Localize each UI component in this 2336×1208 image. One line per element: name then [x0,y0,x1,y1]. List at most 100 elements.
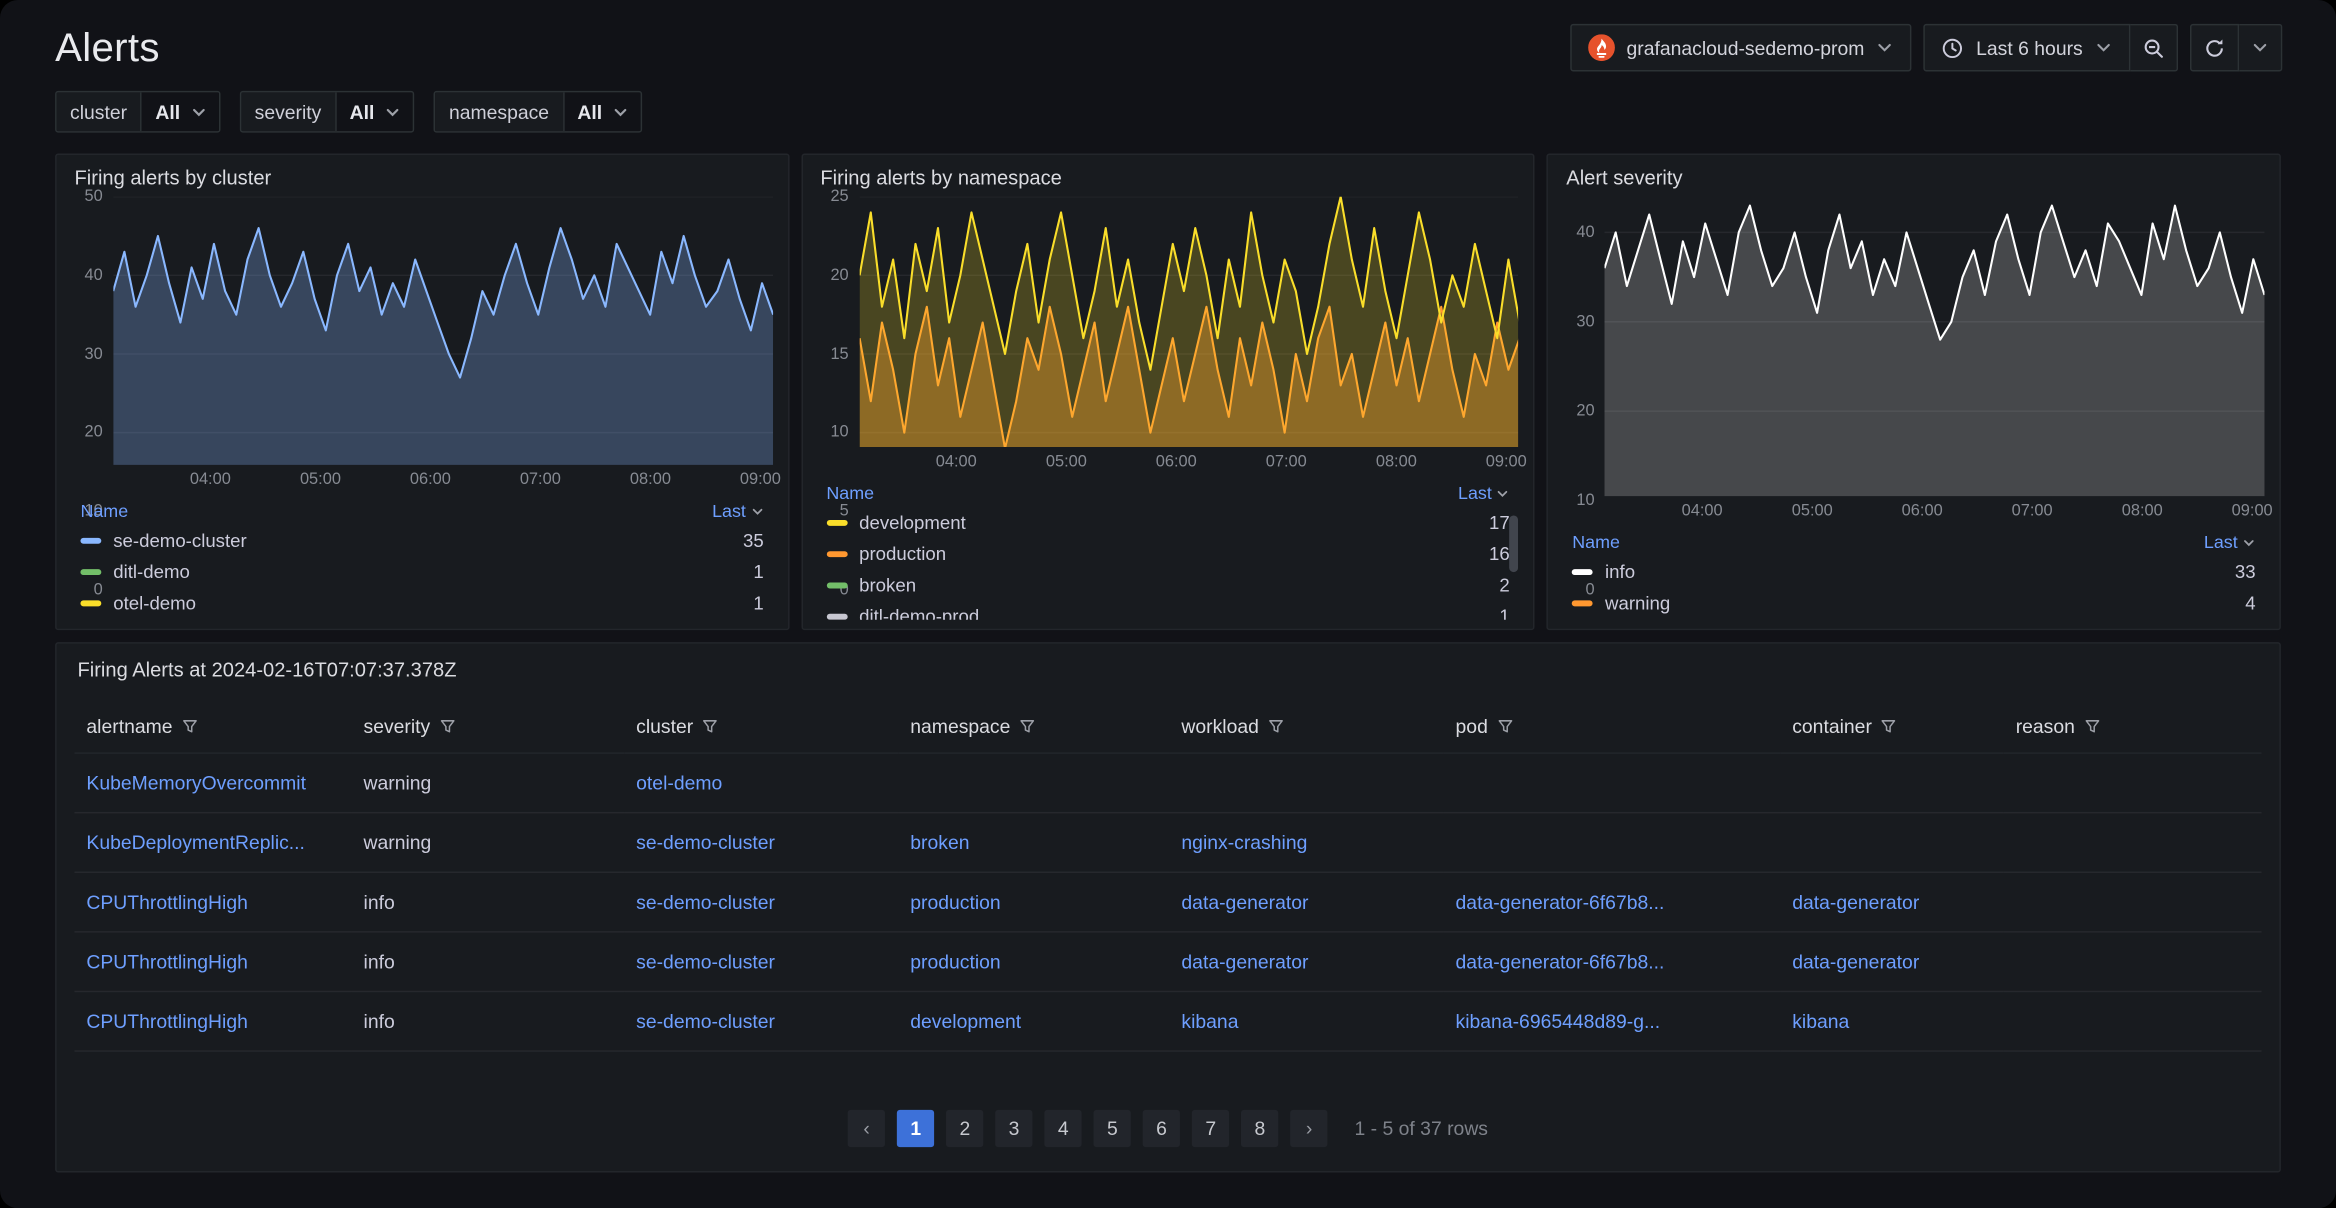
cell-cluster[interactable]: se-demo-cluster [624,932,898,992]
cell-link[interactable]: KubeMemoryOvercommit [86,772,306,794]
cell-link[interactable]: data-generator [1792,950,1919,972]
legend-item[interactable]: broken 2 [820,571,1515,602]
column-header-workload[interactable]: workload [1169,702,1443,753]
page-button-8[interactable]: 8 [1241,1110,1278,1147]
cell-link[interactable]: se-demo-cluster [636,891,775,913]
cell-link[interactable]: CPUThrottlingHigh [86,1010,247,1032]
filter-value[interactable]: All [562,92,640,131]
cell-link[interactable]: kibana [1181,1010,1238,1032]
filter-icon[interactable] [1268,718,1284,734]
refresh-interval-dropdown[interactable] [2239,24,2282,72]
cell-workload[interactable]: nginx-crashing [1169,813,1443,873]
cell-alertname[interactable]: CPUThrottlingHigh [74,991,351,1051]
refresh-button[interactable] [2190,24,2239,72]
cell-namespace[interactable]: development [898,991,1169,1051]
cell-alertname[interactable]: KubeMemoryOvercommit [74,753,351,813]
legend-sort-name[interactable]: Name [1572,532,1620,553]
cell-link[interactable]: broken [910,831,969,853]
prev-page-button[interactable]: ‹ [848,1110,885,1147]
legend-sort-name[interactable]: Name [80,501,128,522]
column-header-container[interactable]: container [1780,702,2003,753]
cell-link[interactable]: development [910,1010,1021,1032]
filter-icon[interactable] [702,718,718,734]
legend-scrollbar[interactable] [1510,515,1519,572]
cell-alertname[interactable]: CPUThrottlingHigh [74,932,351,992]
column-header-pod[interactable]: pod [1444,702,1781,753]
cell-container[interactable]: data-generator [1780,932,2003,992]
filter-icon[interactable] [439,718,455,734]
cell-namespace[interactable]: broken [898,813,1169,873]
cell-alertname[interactable]: CPUThrottlingHigh [74,872,351,932]
legend-item[interactable]: info 33 [1566,557,2261,588]
cell-namespace[interactable]: production [898,872,1169,932]
cell-link[interactable]: otel-demo [636,772,722,794]
cell-workload[interactable]: kibana [1169,991,1443,1051]
cell-container[interactable]: data-generator [1780,872,2003,932]
cell-workload[interactable]: data-generator [1169,872,1443,932]
chart-plot[interactable] [113,197,772,465]
cell-alertname[interactable]: KubeDeploymentReplic... [74,813,351,873]
cell-link[interactable]: kibana [1792,1010,1849,1032]
legend-item[interactable]: production 16 [820,539,1515,570]
cell-link[interactable]: nginx-crashing [1181,831,1307,853]
cell-link[interactable]: CPUThrottlingHigh [86,891,247,913]
filter-severity[interactable]: severity All [240,91,415,133]
filter-value[interactable]: All [335,92,413,131]
cell-pod[interactable]: data-generator-6f67b8... [1444,872,1781,932]
column-header-alertname[interactable]: alertname [74,702,351,753]
legend-sort-last[interactable]: Last [2204,532,2256,553]
cell-link[interactable]: data-generator [1181,891,1308,913]
legend-item[interactable]: ditl-demo 1 [74,557,769,588]
legend-item[interactable]: ditl-demo-prod 1 [820,602,1515,620]
cell-link[interactable]: se-demo-cluster [636,950,775,972]
datasource-picker[interactable]: grafanacloud-sedemo-prom [1570,24,1912,72]
cell-link[interactable]: data-generator [1792,891,1919,913]
filter-icon[interactable] [1497,718,1513,734]
filter-value[interactable]: All [140,92,218,131]
cell-link[interactable]: kibana-6965448d89-g... [1456,1010,1661,1032]
legend-sort-name[interactable]: Name [826,483,874,504]
filter-icon[interactable] [1019,718,1035,734]
legend-item[interactable]: otel-demo 1 [74,588,769,619]
column-header-namespace[interactable]: namespace [898,702,1169,753]
column-header-reason[interactable]: reason [2004,702,2262,753]
filter-cluster[interactable]: cluster All [55,91,220,133]
cell-namespace[interactable]: production [898,932,1169,992]
page-button-1[interactable]: 1 [897,1110,934,1147]
cell-link[interactable]: CPUThrottlingHigh [86,950,247,972]
filter-icon[interactable] [2084,718,2100,734]
filter-icon[interactable] [1881,718,1897,734]
page-button-6[interactable]: 6 [1143,1110,1180,1147]
zoom-out-button[interactable] [2130,24,2178,72]
page-button-4[interactable]: 4 [1045,1110,1082,1147]
page-button-7[interactable]: 7 [1192,1110,1229,1147]
filter-namespace[interactable]: namespace All [434,91,642,133]
column-header-cluster[interactable]: cluster [624,702,898,753]
cell-pod[interactable]: data-generator-6f67b8... [1444,932,1781,992]
cell-link[interactable]: se-demo-cluster [636,1010,775,1032]
column-header-severity[interactable]: severity [352,702,625,753]
cell-container[interactable]: kibana [1780,991,2003,1051]
cell-cluster[interactable]: se-demo-cluster [624,991,898,1051]
cell-link[interactable]: production [910,950,1000,972]
time-range-picker[interactable]: Last 6 hours [1924,24,2130,72]
chart-plot[interactable] [1605,197,2264,496]
page-button-5[interactable]: 5 [1094,1110,1131,1147]
cell-cluster[interactable]: otel-demo [624,753,898,813]
page-button-3[interactable]: 3 [995,1110,1032,1147]
legend-item[interactable]: warning 4 [1566,588,2261,619]
cell-link[interactable]: se-demo-cluster [636,831,775,853]
filter-icon[interactable] [181,718,197,734]
chart-plot[interactable] [859,197,1518,447]
cell-link[interactable]: KubeDeploymentReplic... [86,831,305,853]
cell-cluster[interactable]: se-demo-cluster [624,872,898,932]
cell-link[interactable]: data-generator [1181,950,1308,972]
legend-sort-last[interactable]: Last [712,501,764,522]
cell-pod[interactable]: kibana-6965448d89-g... [1444,991,1781,1051]
cell-workload[interactable]: data-generator [1169,932,1443,992]
cell-link[interactable]: data-generator-6f67b8... [1456,891,1665,913]
next-page-button[interactable]: › [1290,1110,1327,1147]
legend-sort-last[interactable]: Last [1458,483,1510,504]
legend-item[interactable]: se-demo-cluster 35 [74,526,769,557]
cell-link[interactable]: production [910,891,1000,913]
